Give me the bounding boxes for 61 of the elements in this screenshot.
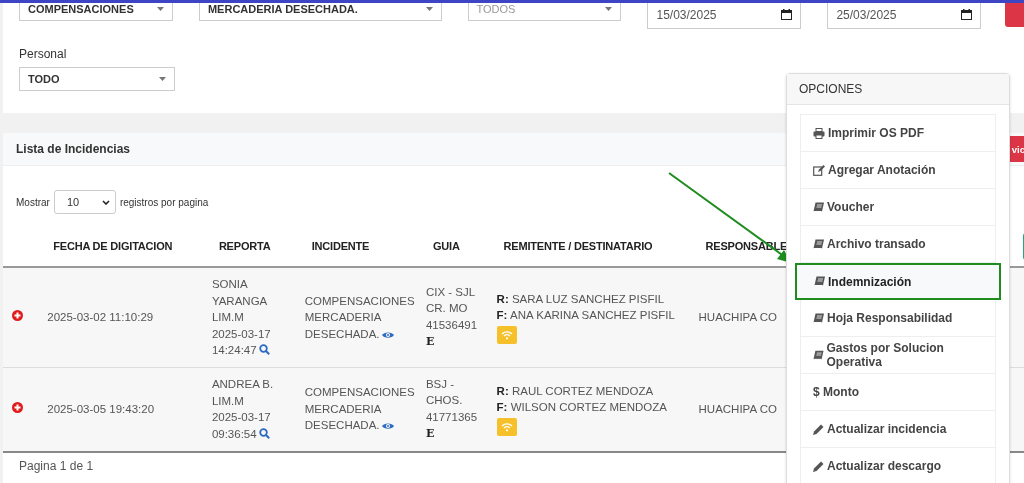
table-cell-text: ANDREA B. LIM.M 2025-03-17 — [211, 377, 275, 425]
date-field[interactable]: 15/03/2025 — [647, 0, 802, 29]
menu-item[interactable]: Voucher — [801, 189, 995, 226]
pencil-icon — [813, 460, 824, 472]
length-label: Mostrar — [16, 196, 50, 208]
table-cell-text: R: SARA LUZ SANCHEZ PISFIL — [496, 291, 666, 307]
table-cell-text: CIX - SJL CR. MO 41536491 — [425, 284, 479, 333]
wifi-icon — [500, 329, 513, 340]
calendar-icon — [781, 9, 793, 20]
table-cell: 2025-03-05 19:43:20 — [30, 367, 200, 452]
menu-item[interactable]: Actualizar descargo — [801, 448, 995, 483]
book-icon — [813, 349, 824, 361]
book-icon — [813, 312, 824, 324]
expand-icon[interactable] — [12, 401, 23, 413]
search-icon[interactable] — [258, 344, 270, 355]
caret-icon — [159, 77, 166, 81]
date-field[interactable]: 25/03/2025 — [827, 0, 982, 29]
table-cell-text: F: ANA KARINA SANCHEZ PISFIL — [496, 308, 676, 324]
caret-icon — [156, 7, 164, 11]
book-icon — [813, 238, 824, 250]
calendar-icon — [961, 9, 973, 20]
guia-mark: E — [425, 334, 435, 351]
menu-item[interactable]: $ Monto — [801, 374, 995, 411]
table-cell: 14:24:47 — [211, 344, 257, 356]
table-cell-text: SONIA YARANGA LIM.M 2025-03-17 — [211, 277, 272, 342]
field-label: Personal — [19, 47, 68, 61]
table-cell-text: BSJ - CHOS. 41771365 — [425, 376, 479, 425]
book-icon — [814, 276, 825, 287]
table-cell: DESECHADA. — [304, 419, 380, 432]
chevron-down-icon — [101, 199, 110, 205]
menu-item[interactable]: Imprimir OS PDF — [801, 115, 995, 152]
pencil-icon — [813, 423, 824, 435]
menu-item[interactable]: Gastos por Solucion Operativa — [801, 337, 995, 374]
page-length-select[interactable]: 10 — [53, 190, 116, 214]
menu-item[interactable]: Hoja Responsabilidad — [801, 300, 995, 337]
caret-icon — [425, 7, 433, 11]
table-cell-text: R: RAUL CORTEZ MENDOZA — [496, 383, 655, 399]
expand-icon[interactable] — [12, 310, 23, 321]
table-cell: 2025-03-02 11:10:29 — [30, 267, 200, 367]
eye-icon[interactable] — [381, 330, 394, 339]
eye-icon[interactable] — [381, 422, 394, 431]
caret-icon — [605, 7, 613, 11]
length-label: registros por pagina — [119, 196, 209, 208]
table-cell: DESECHADA. — [304, 327, 380, 340]
printer-icon — [813, 127, 825, 139]
menu-item[interactable]: Agregar Anotación — [801, 152, 995, 189]
wifi-icon — [500, 421, 513, 432]
select-field[interactable]: TODO — [19, 67, 175, 91]
table-cell: 09:36:54 — [211, 427, 257, 440]
popover-title: OPCIONES — [787, 74, 1009, 105]
panel-title: Lista de Incidencias — [16, 142, 131, 156]
guia-mark: E — [425, 426, 435, 442]
pagination-info: Pagina 1 de 1 — [19, 458, 94, 473]
table-cell-text: COMPENSACIONES MERCADERIA — [304, 385, 414, 417]
search-icon[interactable] — [258, 427, 270, 439]
edit-icon — [813, 164, 825, 176]
table-cell-text: COMPENSACIONES MERCADERIA — [304, 293, 414, 325]
table-cell-text: F: WILSON CORTEZ MENDOZA — [496, 400, 668, 415]
book-icon — [813, 201, 824, 213]
menu-item[interactable]: Actualizar incidencia — [801, 411, 995, 448]
menu-item[interactable]: Indemnización — [795, 263, 1001, 300]
